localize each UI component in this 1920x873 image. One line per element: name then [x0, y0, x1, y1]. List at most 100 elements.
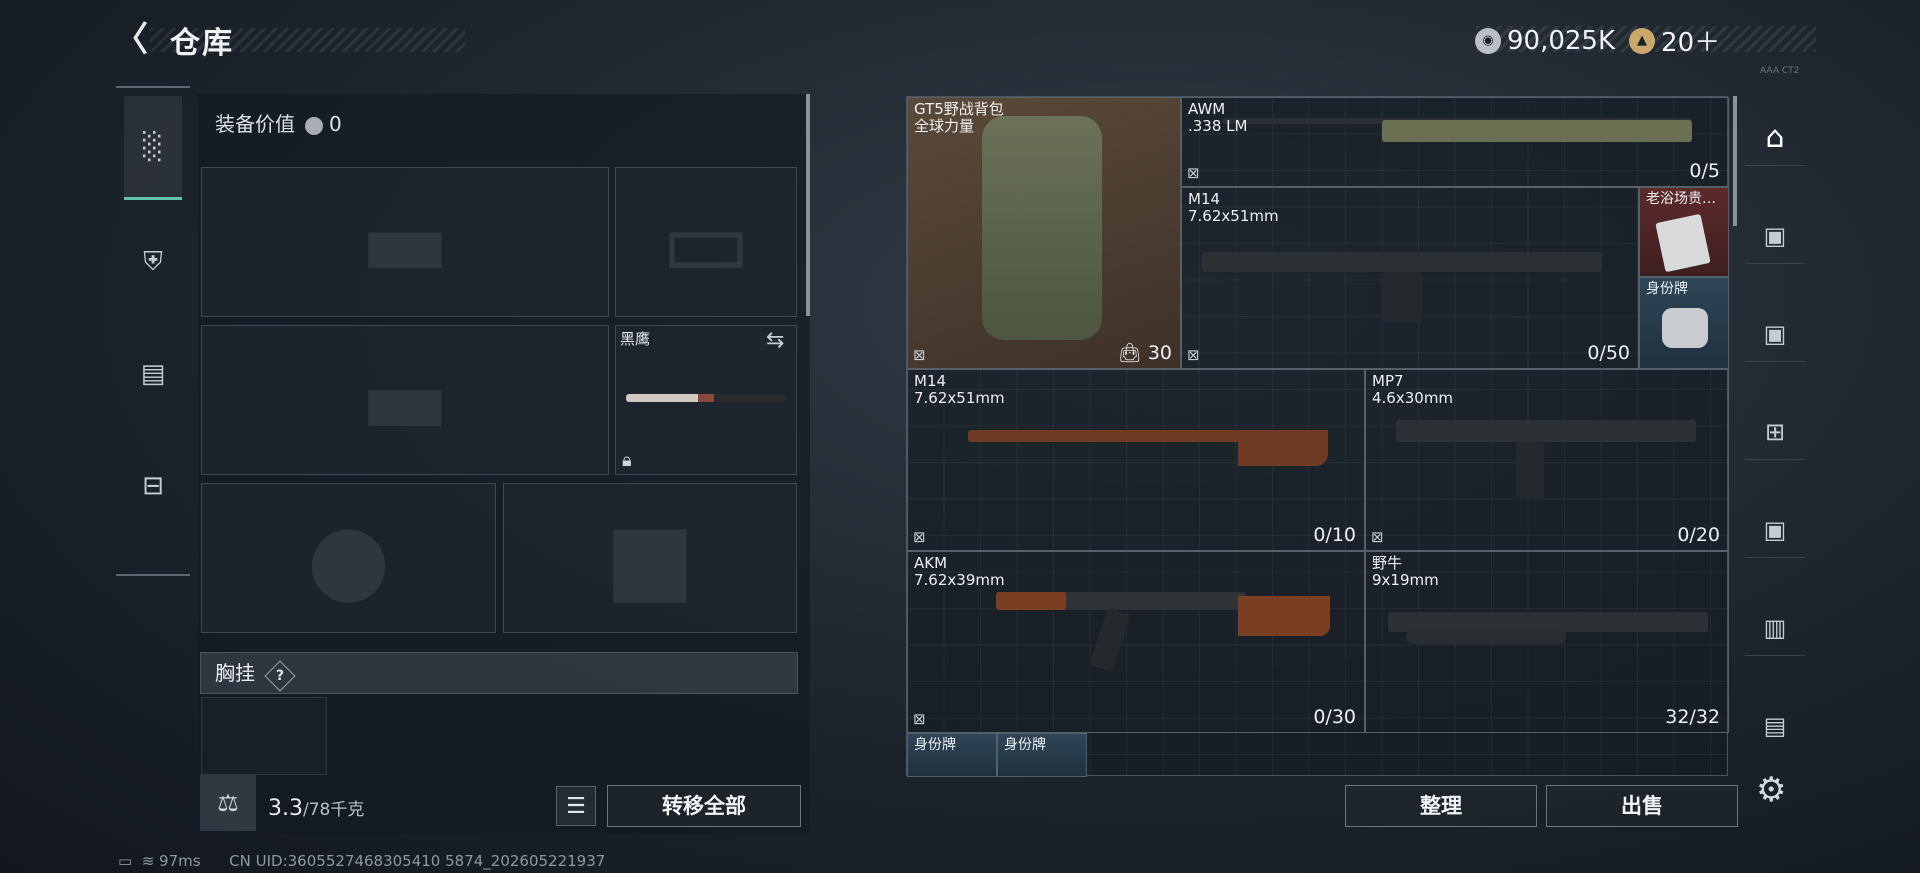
item-sub: 全球力量 [914, 117, 975, 135]
equipment-value: 装备价值 0 [215, 108, 342, 137]
category-tabs: ░ ⛨ ▤ ⊟ [116, 86, 190, 576]
bizon-image [1388, 612, 1708, 632]
storage-tab-4[interactable]: ▣ [1745, 502, 1805, 558]
item-sub: 9x19mm [1372, 571, 1439, 589]
case-icon: ▣ [1763, 515, 1787, 544]
item-dogtag-3[interactable]: 身份牌 [997, 733, 1087, 777]
item-count: 32/32 [1665, 706, 1720, 728]
item-awm[interactable]: AWM .338 LM ⊠ 0/5 [1181, 97, 1729, 187]
item-sub: 7.62x51mm [914, 389, 1005, 407]
helmet-slot[interactable]: ● [201, 483, 496, 633]
item-count: 👜︎ 30 [1117, 342, 1172, 364]
weight-readout: 3.3/78千克 [268, 795, 364, 821]
equipment-value-label: 装备价值 [215, 112, 295, 136]
currency-bar: ◉ 90,025K ▲ 20＋ [1475, 22, 1815, 58]
tab-armor[interactable]: ⛨ [124, 210, 182, 314]
storage-main-tab[interactable]: ⌂ [1745, 110, 1805, 166]
item-m14[interactable]: M14 7.62x51mm ⊠ 0/10 [907, 369, 1365, 551]
tab-weapons[interactable]: ░ [124, 96, 182, 200]
list-icon: ☰ [566, 793, 586, 819]
item-name: MP7 [1372, 372, 1404, 390]
item-name: AKM [914, 554, 948, 572]
storage-toolbar: ⌂ ▣ ▣ ⊞ ▣ ▥ ▤ [1745, 110, 1805, 780]
item-name: 野牛 [1372, 554, 1403, 572]
no-insure-icon: ⊠ [913, 528, 926, 546]
storage-tab-1[interactable]: ▣ [1745, 208, 1805, 264]
version-label: AAA CT2 [1760, 66, 1800, 76]
page-title: 仓库 [170, 26, 234, 61]
no-insure-icon: ⊠ [913, 710, 926, 728]
item-m14-scoped[interactable]: M14 7.62x51mm ⊠ 0/50 [1181, 187, 1639, 369]
case-add-icon: ⊞ [1764, 417, 1786, 446]
storage-tab-3[interactable]: ⊞ [1745, 404, 1805, 460]
item-count: 0/30 [1313, 706, 1356, 728]
organize-button[interactable]: 整理 [1345, 785, 1537, 827]
transfer-all-button[interactable]: 转移全部 [607, 785, 801, 827]
swap-icon[interactable]: ⇆ [766, 328, 784, 353]
list-view-button[interactable]: ☰ [556, 786, 596, 826]
item-sub: 7.62x39mm [914, 571, 1005, 589]
currency-silver: 90,025K [1507, 25, 1616, 56]
storage-tab-2[interactable]: ▣ [1745, 306, 1805, 362]
back-button[interactable]: 〈 [114, 20, 150, 60]
item-count: 0/50 [1587, 342, 1630, 364]
backpack-image [982, 116, 1102, 340]
chest-rig-header: 胸挂? [200, 652, 798, 694]
silver-coin-icon: ◉ [1475, 27, 1501, 54]
no-insure-icon: ⊠ [1187, 164, 1200, 182]
case-icon: ▤ [1763, 712, 1787, 740]
storage-tab-6[interactable]: ▤ [1745, 698, 1805, 754]
top-bar: 〈 仓库 ◉ 90,025K ▲ 20＋ AAA CT2 [0, 0, 1920, 80]
primary-weapon-slot[interactable]: ▬ [201, 167, 609, 317]
chest-rig-label: 胸挂 [215, 661, 255, 685]
case-icon: ▣ [1763, 221, 1787, 250]
item-name: 老浴场贵… [1646, 191, 1716, 207]
item-name: 身份牌 [1646, 281, 1688, 297]
item-dogtag-2[interactable]: 身份牌 [907, 733, 997, 777]
mp7-image [1396, 420, 1696, 442]
sell-button[interactable]: 出售 [1546, 785, 1738, 827]
armor-slot[interactable]: ■ [503, 483, 797, 633]
item-sub: 7.62x51mm [1188, 207, 1279, 225]
item-mp7[interactable]: MP7 4.6x30mm ⊠ 0/20 [1365, 369, 1729, 551]
keycard-image [1655, 213, 1711, 273]
chest-rig-slot[interactable] [201, 697, 327, 775]
helmet-silhouette-icon: ● [306, 502, 391, 614]
back-arrow-icon: 〈 [114, 20, 148, 60]
ping: 97ms [159, 852, 201, 870]
m14-image [968, 430, 1248, 442]
tab-case[interactable]: ⊟ [124, 434, 182, 538]
item-name: M14 [1188, 190, 1221, 208]
weight-max: /78千克 [303, 800, 365, 820]
currency-gold[interactable]: 20＋ [1661, 22, 1720, 59]
item-backpack[interactable]: GT5野战背包 全球力量 ⊠ 👜︎ 30 [907, 97, 1181, 369]
helmet-icon: ⛨ [143, 246, 163, 277]
secondary-weapon-slot[interactable]: ▬ [201, 325, 609, 475]
no-insure-icon: ⊠ [1371, 528, 1384, 546]
item-akm[interactable]: AKM 7.62x39mm ⊠ 0/30 [907, 551, 1365, 733]
tab-backpack[interactable]: ▤ [124, 322, 182, 426]
pistol-silhouette-icon: ▭ [660, 186, 752, 298]
status-bar: ▭ ≋ 97ms CN UID:3605527468305410 5874_20… [118, 852, 606, 870]
item-sub: .338 LM [1188, 117, 1248, 135]
item-dogtag[interactable]: 身份牌 [1639, 277, 1729, 369]
pistol-icon: ░ [143, 131, 163, 162]
pistol-slot[interactable]: ▭ [615, 167, 797, 317]
item-count: 0/5 [1689, 160, 1720, 182]
briefcase-icon: ⊟ [142, 471, 164, 501]
inventory-scrollbar[interactable] [1733, 96, 1737, 226]
item-sub: 4.6x30mm [1372, 389, 1454, 407]
case-icon: ▣ [1763, 319, 1787, 348]
lock-icon: 🔒︎ [622, 450, 632, 471]
help-icon[interactable]: ? [264, 659, 296, 692]
settings-icon[interactable]: ⚙ [1756, 770, 1786, 810]
weight-current: 3.3 [268, 796, 303, 821]
equipment-scrollbar[interactable] [806, 94, 810, 316]
m14-scoped-image [1202, 252, 1602, 272]
storage-tab-5[interactable]: ▥ [1745, 600, 1805, 656]
item-name: 身份牌 [914, 737, 956, 753]
rifle-silhouette-icon: ▬ [359, 186, 451, 298]
knife-image [626, 394, 786, 402]
item-rare-key[interactable]: 老浴场贵… [1639, 187, 1729, 277]
item-bizon[interactable]: 野牛 9x19mm 32/32 [1365, 551, 1729, 733]
